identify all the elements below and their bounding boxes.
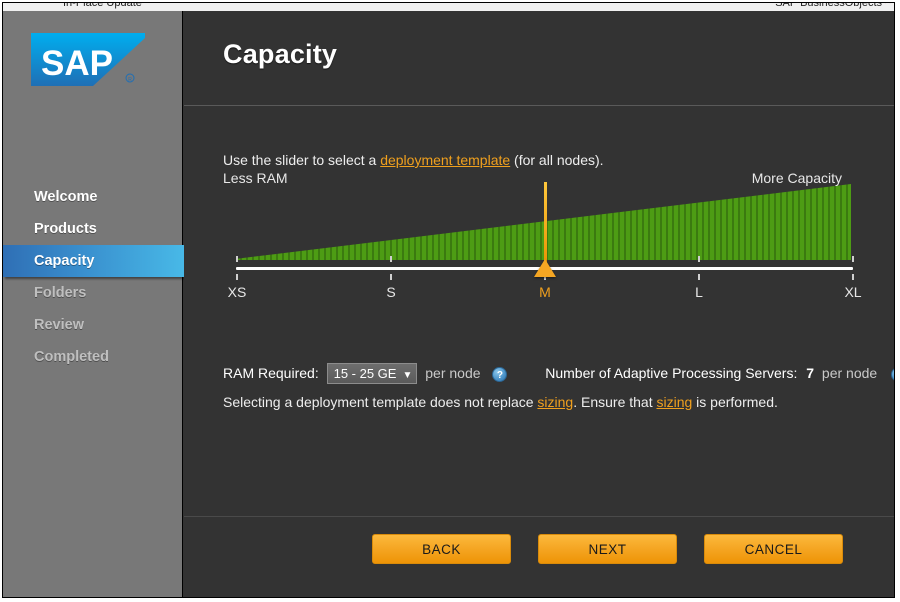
- capacity-summary-row: RAM Required: 15 - 25 GE ▼ per node ? Num…: [223, 363, 894, 385]
- capacity-slider[interactable]: XS S M L XL: [223, 182, 893, 316]
- ram-required-value: 15 - 25 GE: [333, 366, 397, 381]
- help-icon-ram[interactable]: ?: [492, 367, 508, 382]
- svg-text:R: R: [128, 77, 132, 83]
- footer-buttons: BACK NEXT CANCEL: [184, 534, 894, 574]
- sizing-note-part2: . Ensure that: [573, 394, 657, 410]
- sidebar-item-label: Capacity: [34, 253, 95, 269]
- slider-tick-top-xs: [236, 256, 238, 262]
- sidebar-item-label: Completed: [34, 349, 109, 365]
- deployment-template-link[interactable]: deployment template: [380, 152, 510, 168]
- help-icon-aps[interactable]: ?: [891, 367, 894, 382]
- sap-logo: SAP R: [31, 33, 145, 86]
- intro-prefix: Use the slider to select a: [223, 152, 381, 168]
- slider-label-xl[interactable]: XL: [844, 284, 861, 300]
- sidebar-item-label: Welcome: [34, 189, 98, 205]
- cancel-button[interactable]: CANCEL: [704, 534, 843, 564]
- slider-tick-top-l: [698, 256, 700, 262]
- footer-divider: [184, 516, 894, 517]
- slider-tick-bottom-xs: [236, 274, 238, 280]
- sizing-link-2[interactable]: sizing: [657, 394, 693, 410]
- slider-tick-top-s: [390, 256, 392, 262]
- sidebar-item-label: Folders: [34, 285, 87, 301]
- ram-required-select[interactable]: 15 - 25 GE ▼: [326, 363, 418, 384]
- sizing-link-1[interactable]: sizing: [537, 394, 573, 410]
- sidebar-item-label: Products: [34, 221, 97, 237]
- sidebar-item-capacity[interactable]: Capacity: [3, 245, 192, 277]
- page-header: Capacity: [184, 11, 894, 106]
- aps-count-value: 7: [806, 365, 815, 382]
- window-titlebar: In-Place Update SAP BusinessObjects ✕: [3, 3, 894, 11]
- slider-caption-more-capacity: More Capacity: [751, 170, 842, 186]
- intro-suffix: (for all nodes).: [510, 152, 604, 168]
- ram-required-label: RAM Required:: [223, 365, 319, 382]
- page-title: Capacity: [223, 39, 338, 69]
- slider-tick-bottom-xl: [852, 274, 854, 280]
- slider-thumb[interactable]: [534, 259, 556, 277]
- back-button[interactable]: BACK: [372, 534, 511, 564]
- installer-window: In-Place Update SAP BusinessObjects ✕ SA…: [2, 2, 895, 598]
- intro-text: Use the slider to select a deployment te…: [223, 152, 604, 168]
- slider-label-l[interactable]: L: [695, 284, 703, 300]
- slider-caption-less-ram: Less RAM: [223, 170, 288, 186]
- sidebar-item-products[interactable]: Products: [3, 213, 183, 245]
- slider-thumb-stem: [544, 182, 547, 270]
- slider-tick-bottom-l: [698, 274, 700, 280]
- window-title-right-text: SAP BusinessObjects: [775, 3, 882, 9]
- page-body: Use the slider to select a deployment te…: [184, 106, 894, 597]
- capacity-wedge-chart: [223, 180, 893, 260]
- next-button[interactable]: NEXT: [538, 534, 677, 564]
- aps-count-label: Number of Adaptive Processing Servers:: [545, 365, 798, 382]
- window-title-text: In-Place Update: [63, 3, 142, 9]
- sidebar-item-welcome[interactable]: Welcome: [3, 181, 183, 213]
- slider-tick-bottom-s: [390, 274, 392, 280]
- slider-label-m[interactable]: M: [539, 284, 551, 300]
- slider-label-s[interactable]: S: [386, 284, 395, 300]
- sizing-note-part3: is performed.: [692, 394, 778, 410]
- aps-per-node-unit: per node: [821, 365, 878, 382]
- sidebar-item-review[interactable]: Review: [3, 309, 183, 341]
- sidebar-item-completed[interactable]: Completed: [3, 341, 183, 373]
- slider-label-xs[interactable]: XS: [228, 284, 247, 300]
- ram-per-node-unit: per node: [425, 365, 481, 382]
- svg-text:SAP: SAP: [41, 44, 113, 83]
- chevron-down-icon: ▼: [402, 370, 413, 381]
- wizard-steps-nav: Welcome Products Capacity Folders Review…: [3, 181, 192, 373]
- sizing-note-part1: Selecting a deployment template does not…: [223, 394, 538, 410]
- sidebar-item-label: Review: [34, 317, 84, 333]
- close-icon[interactable]: ✕: [884, 3, 892, 7]
- sidebar: SAP R Welcome Products Capacity Folders …: [3, 11, 192, 597]
- sidebar-item-folders[interactable]: Folders: [3, 277, 183, 309]
- content-panel: Capacity Use the slider to select a depl…: [184, 11, 894, 597]
- slider-tick-top-xl: [852, 256, 854, 262]
- sizing-note: Selecting a deployment template does not…: [223, 394, 778, 410]
